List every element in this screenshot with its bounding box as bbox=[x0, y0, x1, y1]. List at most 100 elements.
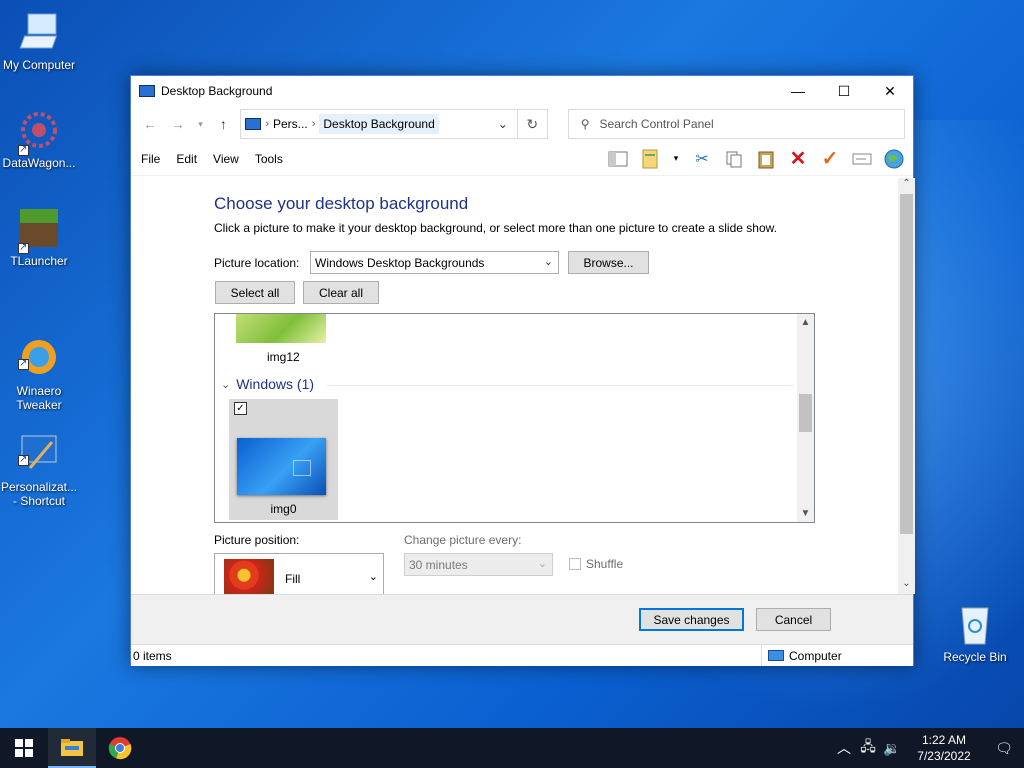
title-bar[interactable]: Desktop Background — ☐ ✕ bbox=[131, 76, 913, 106]
save-changes-button[interactable]: Save changes bbox=[639, 608, 744, 631]
shortcut-arrow-icon bbox=[18, 143, 29, 157]
preview-pane-icon[interactable] bbox=[607, 148, 629, 170]
page-description: Click a picture to make it your desktop … bbox=[214, 221, 777, 235]
forward-arrow-icon[interactable]: → bbox=[167, 113, 189, 135]
search-box[interactable]: ⚲ Search Control Panel bbox=[567, 109, 905, 139]
change-picture-select[interactable]: 30 minutes ⌄ bbox=[404, 553, 553, 576]
up-arrow-icon[interactable]: ↑ bbox=[213, 113, 235, 135]
address-bar-row: ← → ▾ ↑ › Pers... › Desktop Background ⌄… bbox=[131, 106, 913, 142]
select-checkbox[interactable]: ✓ bbox=[234, 402, 247, 415]
refresh-icon[interactable]: ↻ bbox=[516, 110, 547, 138]
scroll-up-icon[interactable]: ⌃ bbox=[898, 178, 915, 194]
desktop-icon-winaero-tweaker[interactable]: Winaero Tweaker bbox=[0, 308, 78, 412]
menu-file[interactable]: File bbox=[141, 152, 160, 166]
scroll-up-icon[interactable]: ▲ bbox=[797, 317, 814, 328]
gallery-scrollbar[interactable]: ▲ ▼ bbox=[797, 314, 814, 522]
winaero-tweaker-icon bbox=[16, 322, 62, 374]
personalization-icon bbox=[16, 418, 62, 469]
select-all-button[interactable]: Select all bbox=[215, 281, 295, 304]
maximize-button[interactable]: ☐ bbox=[821, 76, 867, 106]
address-bar[interactable]: › Pers... › Desktop Background ⌄ ↻ bbox=[240, 109, 548, 139]
group-name: Windows (1) bbox=[236, 376, 315, 392]
properties-icon[interactable] bbox=[639, 148, 661, 170]
desktop-icon-datawagon[interactable]: DataWagon... bbox=[0, 108, 78, 170]
thumbnail-img0[interactable]: ✓ img0 bbox=[229, 399, 338, 520]
change-picture-label: Change picture every: bbox=[404, 533, 522, 547]
clock-time: 1:22 AM bbox=[921, 733, 967, 747]
notifications-icon[interactable]: 🗨 bbox=[984, 740, 1024, 757]
shortcut-arrow-icon bbox=[18, 453, 29, 467]
desktop-icon-tlauncher[interactable]: TLauncher bbox=[0, 206, 78, 268]
breadcrumb-desktop-background[interactable]: Desktop Background bbox=[319, 114, 439, 134]
monitor-icon bbox=[768, 650, 784, 661]
clock[interactable]: 1:22 AM 7/23/2022 bbox=[904, 732, 984, 764]
desktop-icon-label: TLauncher bbox=[10, 254, 68, 268]
checkmark-icon[interactable]: ✓ bbox=[819, 148, 841, 170]
chevron-up-icon[interactable]: ︿ bbox=[832, 738, 856, 758]
paste-icon[interactable] bbox=[755, 148, 777, 170]
chevron-down-icon[interactable]: ⌄ bbox=[493, 117, 513, 131]
shortcut-arrow-icon bbox=[18, 241, 29, 255]
dialog-footer: Save changes Cancel bbox=[131, 594, 913, 644]
control-panel-icon bbox=[139, 85, 155, 97]
chevron-down-icon[interactable]: ▾ bbox=[671, 148, 681, 170]
rename-icon[interactable] bbox=[851, 148, 873, 170]
thumbnail-label: img12 bbox=[267, 350, 300, 364]
globe-icon[interactable] bbox=[883, 148, 905, 170]
status-location: Computer bbox=[761, 645, 842, 666]
folder-icon bbox=[61, 739, 83, 756]
clear-all-button[interactable]: Clear all bbox=[303, 281, 379, 304]
search-input[interactable]: Search Control Panel bbox=[600, 117, 714, 131]
chrome-taskbar-button[interactable] bbox=[96, 728, 144, 768]
browse-button[interactable]: Browse... bbox=[568, 251, 649, 274]
close-button[interactable]: ✕ bbox=[867, 76, 913, 106]
recycle-bin-icon bbox=[952, 602, 998, 648]
back-arrow-icon[interactable]: ← bbox=[139, 113, 161, 135]
menu-tools[interactable]: Tools bbox=[255, 152, 283, 166]
recent-locations-chevron-icon[interactable]: ▾ bbox=[195, 113, 207, 135]
shortcut-arrow-icon bbox=[18, 357, 29, 371]
breadcrumb-separator-icon: › bbox=[311, 118, 316, 130]
breadcrumb-personalization[interactable]: Pers... bbox=[273, 117, 308, 131]
scrollbar-thumb[interactable] bbox=[900, 194, 913, 534]
thumbnail-img12[interactable] bbox=[236, 314, 326, 343]
checkbox-box[interactable] bbox=[569, 558, 581, 570]
copy-icon[interactable] bbox=[723, 148, 745, 170]
scroll-down-icon[interactable]: ⌄ bbox=[898, 578, 915, 594]
menu-edit[interactable]: Edit bbox=[176, 152, 197, 166]
position-preview-image bbox=[224, 559, 274, 594]
menu-view[interactable]: View bbox=[213, 152, 239, 166]
start-button[interactable] bbox=[0, 728, 48, 768]
delete-icon[interactable]: ✕ bbox=[787, 148, 809, 170]
picture-location-value: Windows Desktop Backgrounds bbox=[315, 255, 485, 270]
desktop-icon-label: Recycle Bin bbox=[943, 650, 1007, 664]
page-title: Choose your desktop background bbox=[214, 194, 469, 213]
toolbar: ▾ ✂ ✕ ✓ bbox=[607, 148, 913, 170]
chevron-down-icon: ⌄ bbox=[221, 378, 231, 391]
content-scrollbar[interactable]: ⌃ ⌄ bbox=[898, 178, 915, 594]
scroll-down-icon[interactable]: ▼ bbox=[797, 508, 814, 519]
volume-icon[interactable]: 🔉 bbox=[880, 740, 904, 757]
minimize-button[interactable]: — bbox=[775, 76, 821, 106]
desktop-icon-my-computer[interactable]: My Computer bbox=[0, 10, 78, 72]
desktop-icon-label: My Computer bbox=[2, 58, 76, 72]
menu-bar: File Edit View Tools ▾ ✂ ✕ ✓ bbox=[131, 142, 913, 176]
desktop-icon-label: Personalizat... - Shortcut bbox=[0, 480, 78, 508]
network-icon[interactable]: 🖧 bbox=[856, 736, 880, 760]
picture-location-select[interactable]: Windows Desktop Backgrounds ⌄ bbox=[310, 251, 559, 274]
change-picture-value: 30 minutes bbox=[409, 557, 468, 572]
shuffle-checkbox[interactable]: Shuffle bbox=[569, 557, 623, 571]
breadcrumb-separator-icon: › bbox=[265, 118, 269, 130]
desktop-icon-recycle-bin[interactable]: Recycle Bin bbox=[936, 602, 1014, 664]
file-explorer-taskbar-button[interactable] bbox=[48, 728, 96, 768]
window-title: Desktop Background bbox=[161, 84, 273, 98]
cut-icon[interactable]: ✂ bbox=[691, 148, 713, 170]
desktop-background-window: Desktop Background — ☐ ✕ ← → ▾ ↑ › Pers.… bbox=[130, 75, 915, 666]
desktop-icon-personalization-shortcut[interactable]: Personalizat... - Shortcut bbox=[0, 404, 78, 508]
scrollbar-thumb[interactable] bbox=[799, 394, 812, 432]
picture-position-select[interactable]: Fill ⌄ bbox=[214, 553, 384, 594]
chevron-down-icon: ⌄ bbox=[537, 558, 547, 570]
cancel-button[interactable]: Cancel bbox=[756, 608, 831, 631]
content-area: Choose your desktop background Click a p… bbox=[131, 178, 915, 594]
group-header-windows[interactable]: ⌄ Windows (1) bbox=[221, 376, 314, 392]
